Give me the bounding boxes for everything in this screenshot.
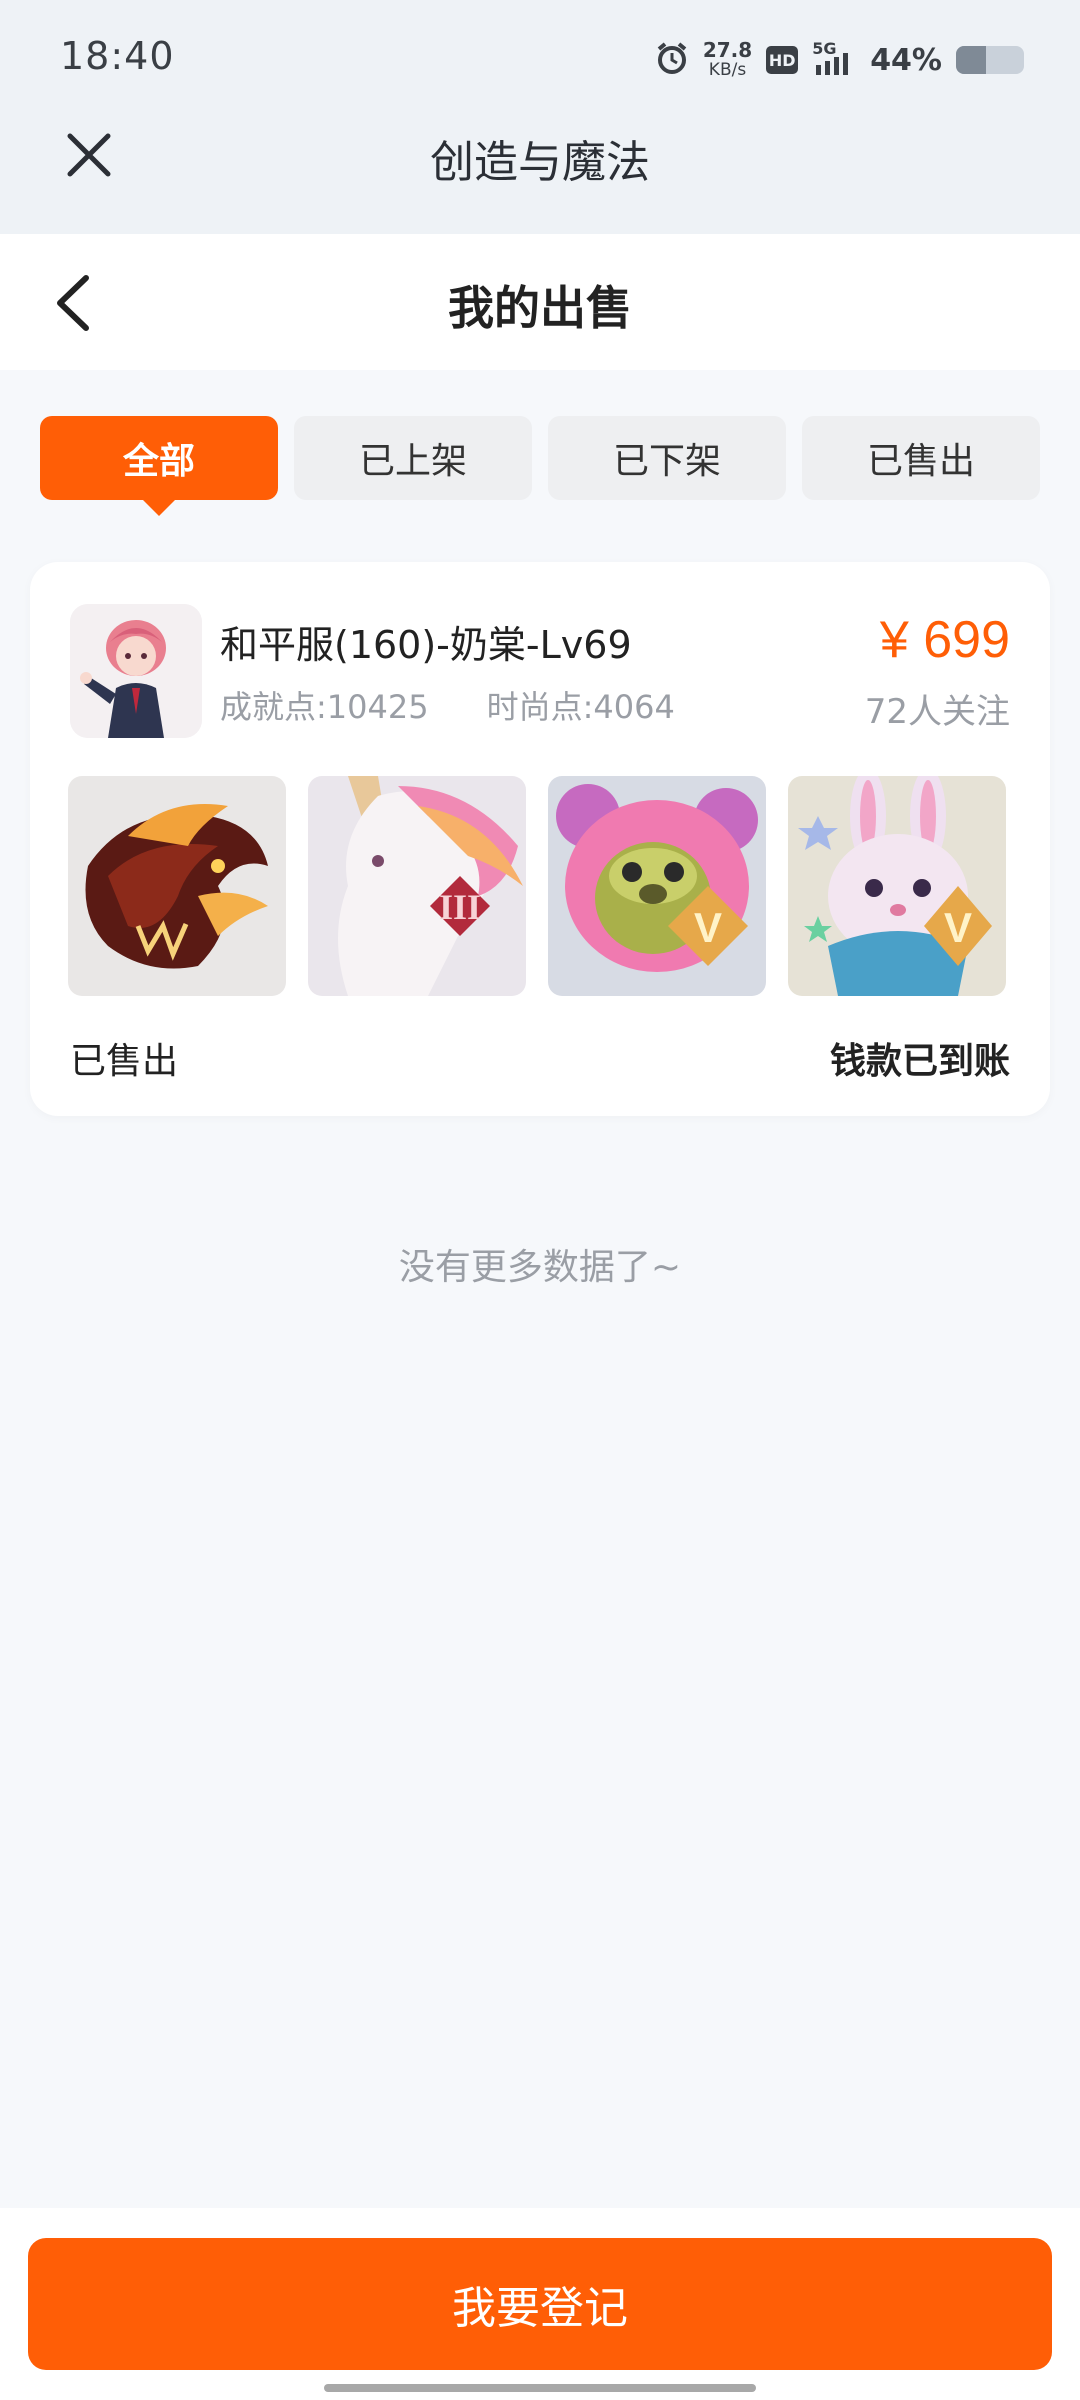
listing-followers: 72人关注 (864, 692, 1010, 732)
status-icons: 27.8 KB/s HD 5G 44% (655, 38, 1024, 82)
net-speed-value: 27.8 (702, 38, 753, 62)
tab-listed[interactable]: 已上架 (294, 416, 532, 500)
net-speed-unit: KB/s (708, 60, 747, 80)
bunny-pet-icon: V (788, 776, 1006, 996)
tab-delisted[interactable]: 已下架 (548, 416, 786, 500)
register-button[interactable]: 我要登记 (28, 2238, 1052, 2370)
character-avatar (70, 604, 202, 738)
alarm-icon (655, 41, 689, 79)
hd-icon: HD (766, 46, 799, 74)
status-bar: 18:40 27.8 KB/s HD 5G 44% (0, 0, 1080, 120)
filter-tabs: 全部 已上架 已下架 已售出 (40, 416, 1040, 516)
item-thumbnails: III V V (68, 776, 1012, 996)
app-title: 创造与魔法 (430, 137, 650, 188)
page-header: 我的出售 (0, 234, 1080, 370)
payment-status: 钱款已到账 (829, 1041, 1010, 1082)
unicorn-mount-icon: III (308, 776, 526, 996)
listing-status: 已售出 (70, 1041, 179, 1082)
bunny-badge: V (944, 904, 972, 951)
fashion-points: 时尚点:4064 (486, 688, 675, 726)
network-speed: 27.8 KB/s (703, 40, 752, 80)
page-title: 我的出售 (448, 281, 632, 335)
battery-percent: 44% (870, 42, 942, 78)
listing-card[interactable]: 和平服(160)-奶棠-Lv69 成就点:10425 时尚点:4064 ¥ 69… (30, 562, 1050, 1116)
dragon-mount-icon (68, 776, 286, 996)
top-area: 18:40 27.8 KB/s HD 5G 44% 创造与魔法 (0, 0, 1080, 234)
listing-title: 和平服(160)-奶棠-Lv69 (220, 623, 632, 667)
listing-price: ¥ 699 (879, 611, 1010, 669)
bottom-bar: 我要登记 (0, 2208, 1080, 2400)
battery-icon (956, 46, 1024, 74)
signal-icon: 5G (812, 39, 856, 77)
tab-all[interactable]: 全部 (40, 416, 278, 516)
achievement-points: 成就点:10425 (220, 688, 429, 726)
status-time: 18:40 (60, 34, 175, 78)
unicorn-badge: III (439, 887, 481, 927)
no-more-data-hint: 没有更多数据了~ (398, 1247, 682, 1288)
signal-label: 5G (812, 39, 837, 58)
tab-sold[interactable]: 已售出 (802, 416, 1040, 500)
home-indicator[interactable] (324, 2384, 756, 2392)
listing-stats: 成就点:10425 时尚点:4064 (220, 682, 675, 728)
bear-badge: V (694, 904, 722, 951)
battery-fill (956, 46, 986, 74)
pink-bear-costume-icon: V (548, 776, 766, 996)
